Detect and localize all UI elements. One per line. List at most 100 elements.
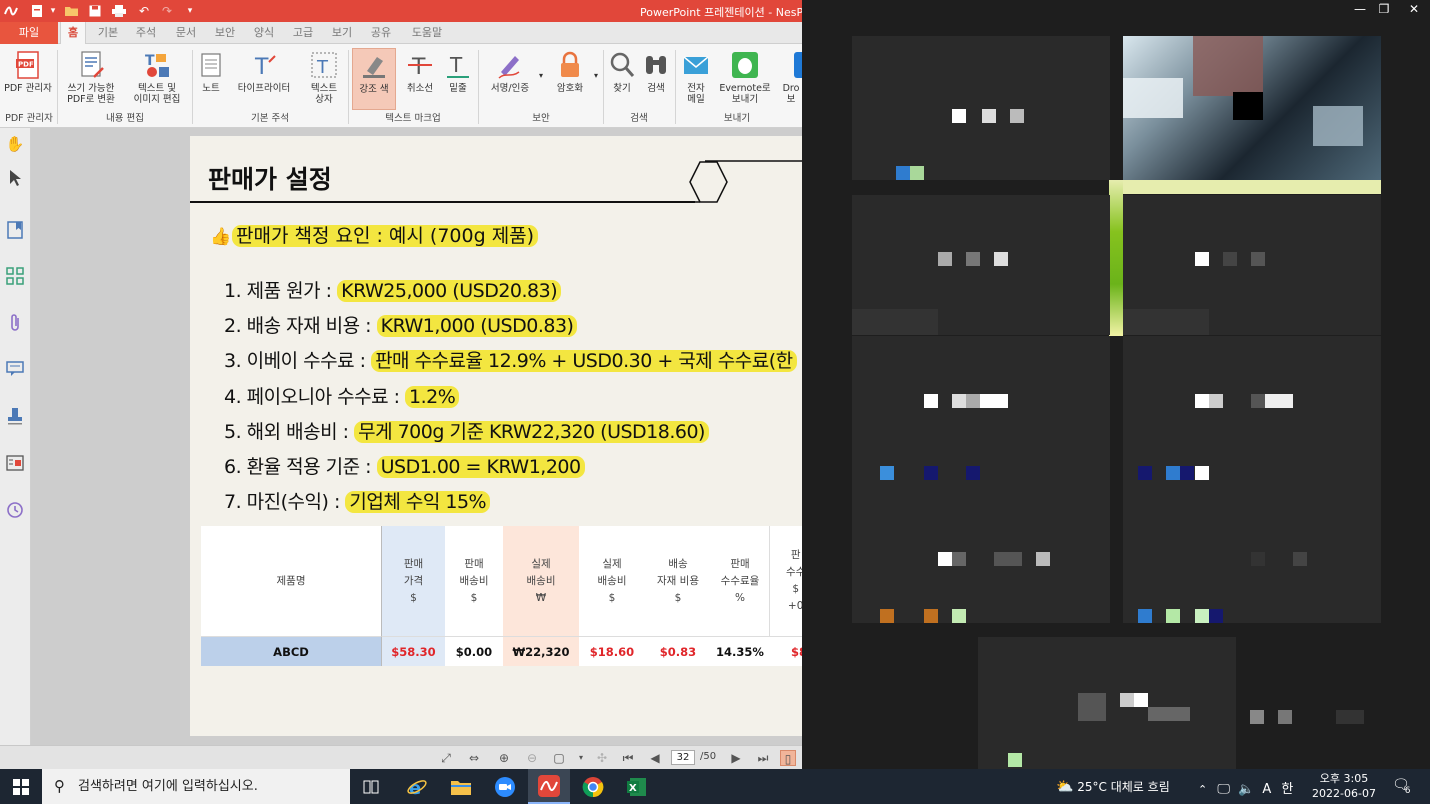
show-hidden-icons-icon[interactable]: ⌃ xyxy=(1198,783,1207,796)
start-button[interactable] xyxy=(0,769,42,804)
last-page-icon[interactable]: ⏭ xyxy=(755,750,771,766)
tab-advanced[interactable]: 고급 xyxy=(287,22,319,44)
strikeout-button[interactable]: T 취소선 xyxy=(401,48,439,110)
file-explorer-icon[interactable] xyxy=(440,769,482,804)
tab-annotation[interactable]: 주석 xyxy=(130,22,162,44)
thumbnails-panel-icon[interactable] xyxy=(5,266,25,286)
weather-widget[interactable]: ⛅ 25°C 대체로 흐림 xyxy=(1056,778,1170,795)
pdf-manager-button[interactable]: PDF PDF 관리자 xyxy=(4,48,52,110)
pdf-manager-label: PDF 관리자 xyxy=(4,83,52,94)
participant-tile[interactable] xyxy=(852,480,1110,623)
tab-home[interactable]: 홈 xyxy=(60,22,86,44)
fit-page-icon[interactable]: ⤢ xyxy=(438,750,454,766)
attachment-paperclip-icon[interactable] xyxy=(5,313,25,333)
next-page-icon[interactable]: ▶ xyxy=(728,750,744,766)
tab-basic[interactable]: 기본 xyxy=(92,22,124,44)
typewriter-button[interactable]: T 타이프라이터 xyxy=(232,48,296,110)
search-button[interactable]: 검색 xyxy=(640,48,672,110)
first-page-icon[interactable]: ⏮ xyxy=(620,750,636,766)
participant-tile[interactable] xyxy=(1123,480,1381,623)
tab-form[interactable]: 양식 xyxy=(248,22,280,44)
participant-name-blur xyxy=(1195,252,1209,266)
convert-to-editable-pdf-button[interactable]: 쓰기 가능한 PDF로 변환 xyxy=(62,48,120,110)
sign-certify-button[interactable]: 서명/인증 xyxy=(484,48,536,110)
email-button[interactable]: 전자 메일 xyxy=(679,48,713,110)
sign-dropdown-arrow-icon[interactable]: ▾ xyxy=(536,70,546,84)
participant-name-blur xyxy=(1278,710,1292,724)
zoom-app-icon[interactable] xyxy=(484,769,526,804)
evernote-label-1: Evernote로 xyxy=(719,83,771,94)
internet-explorer-icon[interactable]: e xyxy=(396,769,438,804)
participant-tile[interactable] xyxy=(1123,195,1381,335)
redo-icon[interactable]: ↷ xyxy=(158,2,176,20)
tab-document[interactable]: 문서 xyxy=(170,22,202,44)
email-label-2: 메일 xyxy=(687,94,705,105)
encrypt-button[interactable]: 암호화 xyxy=(550,48,590,110)
minimize-icon[interactable]: — xyxy=(1350,2,1370,16)
zoom-out-icon[interactable]: ⊖ xyxy=(524,750,540,766)
comments-panel-icon[interactable] xyxy=(5,359,25,379)
participant-tile[interactable] xyxy=(852,195,1110,335)
open-folder-icon[interactable] xyxy=(62,2,80,20)
find-button[interactable]: 찾기 xyxy=(607,48,637,110)
zoom-in-icon[interactable]: ⊕ xyxy=(496,750,512,766)
taskbar-search-box[interactable]: ⚲ 검색하려면 여기에 입력하십시오. xyxy=(42,769,350,804)
edit-text-image-button[interactable]: T 텍스트 및 이미지 편집 xyxy=(126,48,188,110)
participant-video-tile[interactable] xyxy=(1123,36,1381,180)
customize-toolbar-icon[interactable]: ▾ xyxy=(181,2,199,20)
previous-page-icon[interactable]: ◀ xyxy=(647,750,663,766)
factor-item-label: 2. 배송 자재 비용 : xyxy=(224,315,377,337)
participant-tile[interactable] xyxy=(1123,336,1381,480)
form-fields-icon[interactable] xyxy=(5,453,25,473)
note-button[interactable]: 노트 xyxy=(196,48,226,110)
text-image-label-1: 텍스트 및 xyxy=(138,83,176,94)
hand-tool-icon[interactable]: ✋ xyxy=(5,134,25,154)
header-text: % xyxy=(735,591,745,604)
excel-icon[interactable]: X xyxy=(616,769,658,804)
participant-name-blur xyxy=(1250,710,1264,724)
layout-dropdown-icon[interactable]: ▾ xyxy=(573,750,589,766)
network-icon[interactable]: 🖵 xyxy=(1217,782,1230,797)
ime-indicator[interactable]: 한 xyxy=(1281,782,1293,797)
notification-center-icon[interactable]: 🗨6 xyxy=(1392,777,1416,796)
editable-document-icon xyxy=(76,50,106,80)
rotate-icon[interactable]: ✣ xyxy=(594,750,610,766)
print-icon[interactable] xyxy=(110,2,128,20)
chrome-icon[interactable] xyxy=(572,769,614,804)
task-view-icon[interactable] xyxy=(350,769,392,804)
textbox-button[interactable]: T 텍스트 상자 xyxy=(302,48,346,110)
font-a-icon[interactable]: A xyxy=(1262,782,1271,797)
save-icon[interactable] xyxy=(86,2,104,20)
restore-icon[interactable]: ❐ xyxy=(1374,2,1394,16)
participant-tile[interactable] xyxy=(852,36,1110,180)
tab-help[interactable]: 도움말 xyxy=(404,22,450,44)
nespdf-taskbar-icon[interactable] xyxy=(528,769,570,804)
underline-button[interactable]: T 밑줄 xyxy=(442,48,474,110)
page-number-input[interactable]: 32 xyxy=(671,750,695,765)
participant-tile[interactable] xyxy=(978,637,1236,769)
participant-tile[interactable] xyxy=(852,336,1110,480)
tab-security[interactable]: 보안 xyxy=(209,22,241,44)
dropdown-arrow-icon[interactable]: ▾ xyxy=(44,2,62,20)
tab-share[interactable]: 공유 xyxy=(365,22,397,44)
close-icon[interactable]: ✕ xyxy=(1404,2,1424,16)
participant-name-blur xyxy=(1223,252,1237,266)
send-to-dropbox-button[interactable]: Dro 보 xyxy=(780,48,802,110)
select-arrow-icon[interactable] xyxy=(5,168,25,188)
document-view[interactable]: 판매가 설정 👍 판매가 책정 요인 : 예시 (700g 제품) 1. 제품 원… xyxy=(31,128,802,745)
page-layout-icon[interactable]: ▢ xyxy=(551,750,567,766)
participant-name-blur xyxy=(982,109,996,123)
single-page-view-icon[interactable]: ▯ xyxy=(780,750,796,766)
stamp-icon[interactable] xyxy=(5,406,25,426)
highlight-button[interactable]: 강조 색 xyxy=(352,48,396,110)
fit-width-icon[interactable]: ⇔ xyxy=(466,750,482,766)
encrypt-dropdown-arrow-icon[interactable]: ▾ xyxy=(591,70,601,84)
undo-icon[interactable]: ↶ xyxy=(135,2,153,20)
bookmark-panel-icon[interactable] xyxy=(5,220,25,240)
volume-icon[interactable]: 🔈 xyxy=(1238,782,1254,797)
tab-file[interactable]: 파일 xyxy=(0,22,58,44)
clock[interactable]: 오후 3:05 2022-06-07 xyxy=(1310,771,1378,801)
history-clock-icon[interactable] xyxy=(5,500,25,520)
tab-view[interactable]: 보기 xyxy=(326,22,358,44)
send-to-evernote-button[interactable]: Evernote로 보내기 xyxy=(716,48,774,110)
